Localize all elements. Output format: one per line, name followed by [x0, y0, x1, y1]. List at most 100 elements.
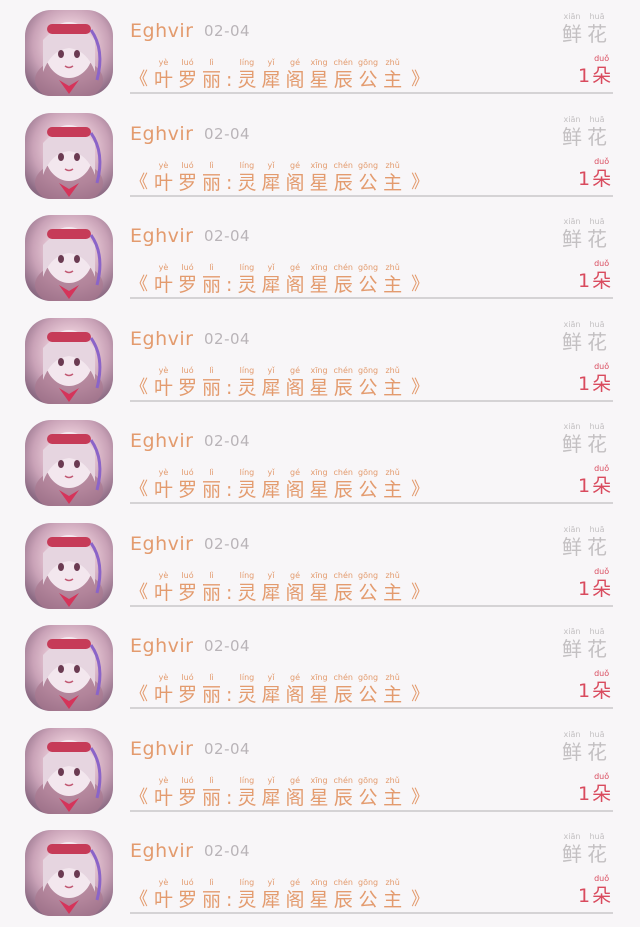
- gift-unit-char: 朵: [592, 373, 612, 395]
- title-pinyin: luó: [181, 878, 194, 887]
- gift-hanzi: 花: [587, 125, 607, 149]
- title-char-3: :: [226, 571, 232, 605]
- gift-count-number: 1: [578, 475, 591, 497]
- gift-record-row[interactable]: Eghvir 02-04 《 yè 叶 luó 罗 lì 丽: líng 灵 yǐ 犀 gé 阁 xīn…: [0, 615, 640, 718]
- gift-unit-pinyin: duǒ: [594, 362, 610, 371]
- title-hanzi: 公: [358, 889, 378, 911]
- title-hanzi: 辰: [333, 684, 353, 706]
- title-hanzi: 公: [358, 274, 378, 296]
- title-pinyin: gōng: [357, 366, 379, 375]
- gift-record-row[interactable]: Eghvir 02-04 《 yè 叶 luó 罗 lì 丽: líng 灵 yǐ 犀 gé 阁 xīn…: [0, 308, 640, 411]
- title-pinyin: luó: [181, 263, 194, 272]
- gift-char-0: xiān 鲜: [562, 730, 582, 764]
- gift-count: 1 duǒ 朵: [578, 772, 616, 806]
- title-char-6: gé 阁: [285, 366, 304, 400]
- gift-target-title: 《 yè 叶 luó 罗 lì 丽: líng 灵 yǐ 犀 gé 阁 xīng 星 chén 辰 gōng 公 z…: [130, 155, 435, 195]
- gift-unit-char: 朵: [592, 270, 612, 292]
- title-hanzi: 阁: [285, 582, 305, 604]
- title-char-10: zhǔ 主: [383, 673, 402, 707]
- avatar-portrait-icon: [35, 22, 103, 96]
- title-hanzi: 犀: [261, 787, 281, 809]
- row-divider: [130, 297, 613, 299]
- title-char-1: luó 罗: [178, 878, 197, 912]
- gift-count: 1 duǒ 朵: [578, 567, 616, 601]
- username[interactable]: Eghvir: [130, 738, 193, 760]
- row-divider: [130, 605, 613, 607]
- title-hanzi: 星: [309, 787, 329, 809]
- title-hanzi: 主: [383, 684, 403, 706]
- user-avatar[interactable]: [25, 318, 113, 404]
- gift-record-row[interactable]: Eghvir 02-04 《 yè 叶 luó 罗 lì 丽: líng 灵 yǐ 犀 gé 阁 xīn…: [0, 205, 640, 308]
- user-avatar[interactable]: [25, 728, 113, 814]
- title-pinyin: gé: [289, 878, 300, 887]
- gift-target-title: 《 yè 叶 luó 罗 lì 丽: líng 灵 yǐ 犀 gé 阁 xīng 星 chén 辰 gōng 公 z…: [130, 257, 435, 297]
- title-hanzi: 主: [383, 274, 403, 296]
- title-hanzi: 丽: [202, 889, 222, 911]
- title-pinyin: gé: [289, 571, 300, 580]
- title-pinyin: yè: [158, 263, 169, 272]
- title-char-6: gé 阁: [285, 468, 304, 502]
- user-avatar[interactable]: [25, 10, 113, 96]
- gift-unit-char: 朵: [592, 680, 612, 702]
- user-avatar[interactable]: [25, 113, 113, 199]
- gift-count: 1 duǒ 朵: [578, 157, 616, 191]
- username[interactable]: Eghvir: [130, 20, 193, 42]
- gift-char-0: xiān 鲜: [562, 627, 582, 661]
- gift-record-row[interactable]: Eghvir 02-04 《 yè 叶 luó 罗 lì 丽: líng 灵 yǐ 犀 gé 阁 xīn…: [0, 820, 640, 923]
- title-hanzi: 阁: [285, 69, 305, 91]
- title-pinyin: chén: [333, 468, 353, 477]
- title-char-10: zhǔ 主: [383, 161, 402, 195]
- title-pinyin: yǐ: [267, 673, 275, 682]
- title-hanzi: 罗: [178, 274, 198, 296]
- user-avatar[interactable]: [25, 625, 113, 711]
- gift-unit-pinyin: duǒ: [594, 54, 610, 63]
- title-open-bracket: 《: [130, 479, 148, 500]
- gift-record-row[interactable]: Eghvir 02-04 《 yè 叶 luó 罗 lì 丽: líng 灵 yǐ 犀 gé 阁 xīn…: [0, 103, 640, 206]
- gift-record-row[interactable]: Eghvir 02-04 《 yè 叶 luó 罗 lì 丽: líng 灵 yǐ 犀 gé 阁 xīn…: [0, 410, 640, 513]
- gift-record-list: Eghvir 02-04 《 yè 叶 luó 罗 lì 丽: líng 灵 yǐ 犀 gé 阁 xīn…: [0, 0, 640, 927]
- username[interactable]: Eghvir: [130, 430, 193, 452]
- title-open-bracket: 《: [130, 172, 148, 193]
- title-char-9: gōng 公: [358, 161, 378, 195]
- gift-char-1: huā 花: [587, 422, 607, 456]
- user-avatar[interactable]: [25, 830, 113, 916]
- title-pinyin: zhǔ: [385, 58, 400, 67]
- title-hanzi: 辰: [333, 889, 353, 911]
- title-char-6: gé 阁: [285, 161, 304, 195]
- title-hanzi: 星: [309, 479, 329, 501]
- title-hanzi: :: [226, 684, 233, 706]
- title-hanzi: 犀: [261, 479, 281, 501]
- gift-unit-pinyin: duǒ: [594, 157, 610, 166]
- gift-type: xiān 鲜 huā 花: [562, 832, 612, 866]
- gift-record-row[interactable]: Eghvir 02-04 《 yè 叶 luó 罗 lì 丽: líng 灵 yǐ 犀 gé 阁 xīn…: [0, 718, 640, 821]
- title-close-bracket: 》: [411, 787, 430, 808]
- username[interactable]: Eghvir: [130, 840, 193, 862]
- gift-count: 1 duǒ 朵: [578, 669, 616, 703]
- gift-pinyin: xiān: [563, 115, 581, 124]
- gift-char-1: huā 花: [587, 217, 607, 251]
- title-pinyin: chén: [333, 161, 353, 170]
- user-avatar[interactable]: [25, 420, 113, 506]
- user-avatar[interactable]: [25, 215, 113, 301]
- title-char-0: yè 叶: [154, 366, 173, 400]
- title-hanzi: 星: [309, 889, 329, 911]
- gift-type: xiān 鲜 huā 花: [562, 12, 612, 46]
- username[interactable]: Eghvir: [130, 635, 193, 657]
- username[interactable]: Eghvir: [130, 533, 193, 555]
- gift-char-1: huā 花: [587, 320, 607, 354]
- gift-pinyin: huā: [589, 627, 605, 636]
- title-hanzi: 犀: [261, 274, 281, 296]
- gift-count-number: 1: [578, 270, 591, 292]
- gift-record-row[interactable]: Eghvir 02-04 《 yè 叶 luó 罗 lì 丽: líng 灵 yǐ 犀 gé 阁 xīn…: [0, 0, 640, 103]
- username[interactable]: Eghvir: [130, 123, 193, 145]
- avatar-portrait-icon: [35, 740, 103, 814]
- gift-pinyin: huā: [589, 320, 605, 329]
- gift-char-1: huā 花: [587, 832, 607, 866]
- title-pinyin: luó: [181, 366, 194, 375]
- username[interactable]: Eghvir: [130, 225, 193, 247]
- user-avatar[interactable]: [25, 523, 113, 609]
- title-hanzi: 叶: [154, 787, 174, 809]
- username[interactable]: Eghvir: [130, 328, 193, 350]
- gift-record-row[interactable]: Eghvir 02-04 《 yè 叶 luó 罗 lì 丽: líng 灵 yǐ 犀 gé 阁 xīn…: [0, 513, 640, 616]
- title-hanzi: 阁: [285, 172, 305, 194]
